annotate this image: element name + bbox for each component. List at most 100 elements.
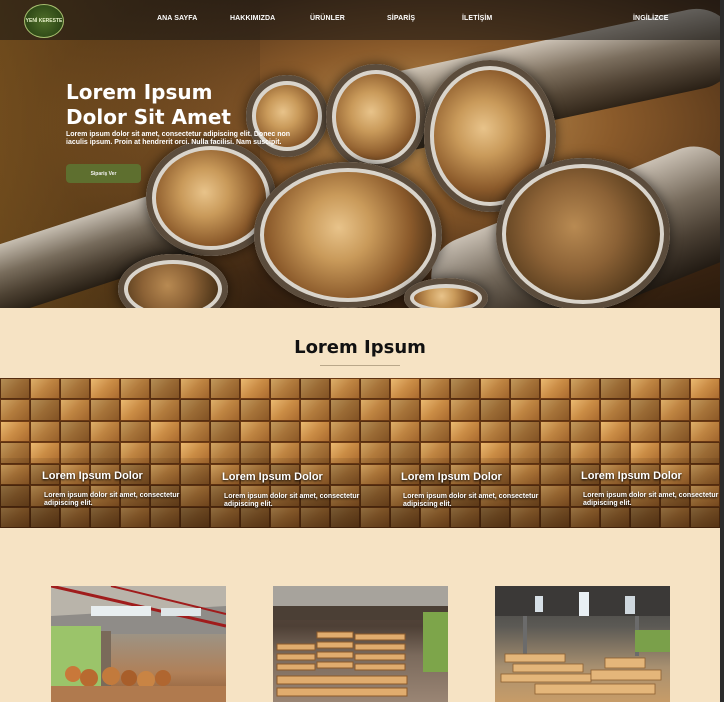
lumber-block	[150, 399, 180, 421]
feature-card: Lorem Ipsum Dolor Lorem ipsum dolor sit …	[222, 471, 382, 509]
nav-item-home[interactable]: ANA SAYFA	[157, 15, 197, 22]
lumber-block	[300, 420, 330, 443]
lumber-block	[450, 399, 480, 421]
lumber-block	[30, 399, 60, 421]
lumber-block	[480, 399, 510, 421]
hero-title: Lorem Ipsum Dolor Sit Amet	[66, 80, 286, 130]
lumber-block	[420, 378, 450, 400]
pallet-stack-photo[interactable]	[273, 586, 448, 702]
lumber-block	[210, 378, 240, 400]
lumber-block	[180, 399, 210, 421]
lumber-block	[0, 420, 30, 443]
feature-card: Lorem Ipsum Dolor Lorem ipsum dolor sit …	[401, 471, 561, 509]
lumber-block	[270, 399, 300, 421]
feature-text: Lorem ipsum dolor sit amet, consectetur …	[44, 492, 180, 507]
nav-item-order[interactable]: SİPARİŞ	[387, 15, 415, 22]
lumber-yard-photo[interactable]	[495, 586, 670, 702]
lumber-block	[510, 399, 540, 421]
lumber-block	[480, 420, 510, 443]
lumber-block	[630, 399, 660, 421]
lumber-block	[570, 420, 600, 443]
lumber-block	[330, 378, 360, 400]
lumber-block	[630, 378, 660, 400]
nav-item-about[interactable]: HAKKIMIZDA	[230, 15, 275, 22]
feature-text: Lorem ipsum dolor sit amet, consectetur …	[403, 493, 539, 508]
lumber-block	[60, 378, 90, 400]
lumber-block	[600, 420, 630, 443]
lumber-block	[570, 399, 600, 421]
lumber-graphic	[495, 586, 670, 695]
lumber-block	[120, 420, 150, 443]
log-end	[496, 158, 670, 308]
lumber-block	[270, 420, 300, 443]
logo-text: YENİ KERESTE	[25, 18, 63, 24]
hero-banner: YENİ KERESTE ANA SAYFA HAKKIMIZDA ÜRÜNLE…	[0, 0, 720, 308]
lumber-block	[690, 420, 720, 443]
lumber-block	[360, 378, 390, 400]
lumber-block	[450, 420, 480, 443]
lumber-block	[390, 420, 420, 443]
lumber-block	[270, 378, 300, 400]
lumber-block	[30, 378, 60, 400]
lumber-block	[180, 378, 210, 400]
lumber-block	[90, 378, 120, 400]
pallet-graphic	[273, 586, 448, 697]
hero-title-line1: Lorem Ipsum	[66, 80, 213, 104]
lumber-block	[660, 399, 690, 421]
feature-card: Lorem Ipsum Dolor Lorem ipsum dolor sit …	[42, 470, 202, 508]
lumber-block	[240, 420, 270, 443]
section-title: Lorem Ipsum	[294, 337, 426, 358]
nav-item-language[interactable]: İNGİLİZCE	[633, 15, 669, 22]
lumber-block	[540, 420, 570, 443]
lumber-block	[0, 399, 30, 421]
lumber-block	[600, 399, 630, 421]
lumber-block	[660, 420, 690, 443]
lumber-block	[390, 399, 420, 421]
hero-title-line2: Dolor Sit Amet	[66, 105, 231, 129]
lumber-block	[330, 399, 360, 421]
feature-title: Lorem Ipsum Dolor	[581, 470, 682, 482]
lumber-block	[30, 420, 60, 443]
lumber-block	[360, 420, 390, 443]
order-button[interactable]: Sipariş Ver	[66, 164, 141, 183]
lumber-block	[150, 378, 180, 400]
lumber-block	[90, 399, 120, 421]
lumber-block	[240, 399, 270, 421]
feature-text: Lorem ipsum dolor sit amet, consectetur …	[224, 493, 360, 508]
lumber-block	[150, 420, 180, 443]
section-divider	[320, 365, 400, 366]
lumber-block	[240, 378, 270, 400]
lumber-block	[540, 399, 570, 421]
lumber-block	[450, 378, 480, 400]
window-edge	[720, 0, 724, 702]
nav-item-contact[interactable]: İLETİŞİM	[462, 15, 492, 22]
lumber-block	[630, 420, 660, 443]
log-pile-graphic	[51, 626, 226, 702]
lumber-block	[600, 378, 630, 400]
lumber-block	[420, 399, 450, 421]
lumber-block	[0, 378, 30, 400]
nav-item-products[interactable]: ÜRÜNLER	[310, 15, 345, 22]
lumber-block	[60, 399, 90, 421]
hero-description: Lorem ipsum dolor sit amet, consectetur …	[66, 131, 291, 146]
lumber-block	[510, 378, 540, 400]
lumber-block	[120, 378, 150, 400]
lumber-block	[390, 378, 420, 400]
warehouse-logs-photo[interactable]	[51, 586, 226, 702]
lumber-block	[690, 378, 720, 400]
lumber-block	[570, 378, 600, 400]
top-navbar: YENİ KERESTE ANA SAYFA HAKKIMIZDA ÜRÜNLE…	[0, 0, 720, 40]
lumber-block	[210, 399, 240, 421]
feature-title: Lorem Ipsum Dolor	[401, 471, 502, 483]
lumber-block	[660, 378, 690, 400]
lumber-block	[510, 420, 540, 443]
feature-title: Lorem Ipsum Dolor	[42, 470, 143, 482]
lumber-block	[90, 420, 120, 443]
lumber-block	[60, 420, 90, 443]
feature-card: Lorem Ipsum Dolor Lorem ipsum dolor sit …	[581, 470, 724, 508]
brand-logo[interactable]: YENİ KERESTE	[24, 4, 64, 38]
lumber-block	[180, 420, 210, 443]
feature-text: Lorem ipsum dolor sit amet, consectetur …	[583, 492, 719, 507]
lumber-block	[420, 420, 450, 443]
lumber-block	[480, 378, 510, 400]
